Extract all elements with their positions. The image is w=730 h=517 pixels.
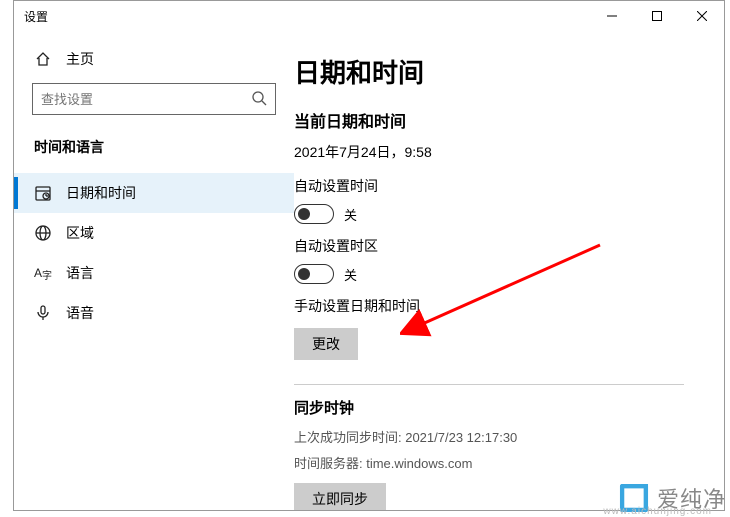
window-title: 设置 bbox=[24, 8, 48, 25]
language-icon: A字 bbox=[34, 264, 52, 282]
sidebar-item-region[interactable]: 区域 bbox=[14, 213, 294, 253]
toggle-state: 关 bbox=[344, 205, 357, 224]
maximize-button[interactable] bbox=[634, 1, 679, 31]
sidebar-item-datetime[interactable]: 日期和时间 bbox=[14, 173, 294, 213]
sidebar: 主页 时间和语言 日期和时间 区域 bbox=[14, 31, 294, 510]
change-button[interactable]: 更改 bbox=[294, 328, 358, 360]
auto-tz-label: 自动设置时区 bbox=[294, 236, 684, 256]
section-label: 时间和语言 bbox=[14, 133, 294, 173]
search-icon bbox=[251, 90, 267, 109]
manual-datetime-label: 手动设置日期和时间 bbox=[294, 296, 684, 316]
sync-now-button[interactable]: 立即同步 bbox=[294, 483, 386, 510]
sidebar-item-language[interactable]: A字 语言 bbox=[14, 253, 294, 293]
close-button[interactable] bbox=[679, 1, 724, 31]
watermark-url: www.aichunjing.com bbox=[603, 506, 712, 517]
auto-time-toggle-row: 关 bbox=[294, 204, 684, 224]
microphone-icon bbox=[34, 304, 52, 322]
svg-text:字: 字 bbox=[42, 269, 52, 282]
title-bar: 设置 bbox=[14, 1, 724, 31]
sidebar-item-label: 语言 bbox=[66, 263, 94, 283]
home-icon bbox=[34, 50, 52, 68]
search-input[interactable] bbox=[41, 92, 251, 107]
auto-tz-toggle[interactable] bbox=[294, 264, 334, 284]
sidebar-item-label: 区域 bbox=[66, 223, 94, 243]
auto-time-toggle[interactable] bbox=[294, 204, 334, 224]
calendar-clock-icon bbox=[34, 184, 52, 202]
settings-window: 设置 主页 bbox=[13, 0, 725, 511]
window-controls bbox=[589, 1, 724, 31]
home-label: 主页 bbox=[66, 49, 94, 69]
divider bbox=[294, 384, 684, 385]
sidebar-item-label: 日期和时间 bbox=[66, 183, 136, 203]
close-icon bbox=[697, 11, 707, 21]
minimize-button[interactable] bbox=[589, 1, 634, 31]
last-sync-text: 上次成功同步时间: 2021/7/23 12:17:30 bbox=[294, 428, 684, 448]
current-datetime-heading: 当前日期和时间 bbox=[294, 108, 684, 132]
minimize-icon bbox=[607, 11, 617, 21]
time-server-text: 时间服务器: time.windows.com bbox=[294, 454, 684, 474]
toggle-state: 关 bbox=[344, 265, 357, 284]
svg-text:A: A bbox=[34, 266, 42, 280]
sidebar-item-speech[interactable]: 语音 bbox=[14, 293, 294, 333]
current-datetime-value: 2021年7月24日，9:58 bbox=[294, 142, 684, 162]
auto-tz-toggle-row: 关 bbox=[294, 264, 684, 284]
maximize-icon bbox=[652, 11, 662, 21]
globe-icon bbox=[34, 224, 52, 242]
main-panel: 日期和时间 当前日期和时间 2021年7月24日，9:58 自动设置时间 关 自… bbox=[294, 31, 724, 510]
sidebar-item-label: 语音 bbox=[66, 303, 94, 323]
content-area: 主页 时间和语言 日期和时间 区域 bbox=[14, 31, 724, 510]
search-box[interactable] bbox=[32, 83, 276, 115]
home-link[interactable]: 主页 bbox=[14, 41, 294, 83]
sync-clock-heading: 同步时钟 bbox=[294, 397, 684, 418]
page-title: 日期和时间 bbox=[294, 53, 684, 90]
auto-time-label: 自动设置时间 bbox=[294, 176, 684, 196]
